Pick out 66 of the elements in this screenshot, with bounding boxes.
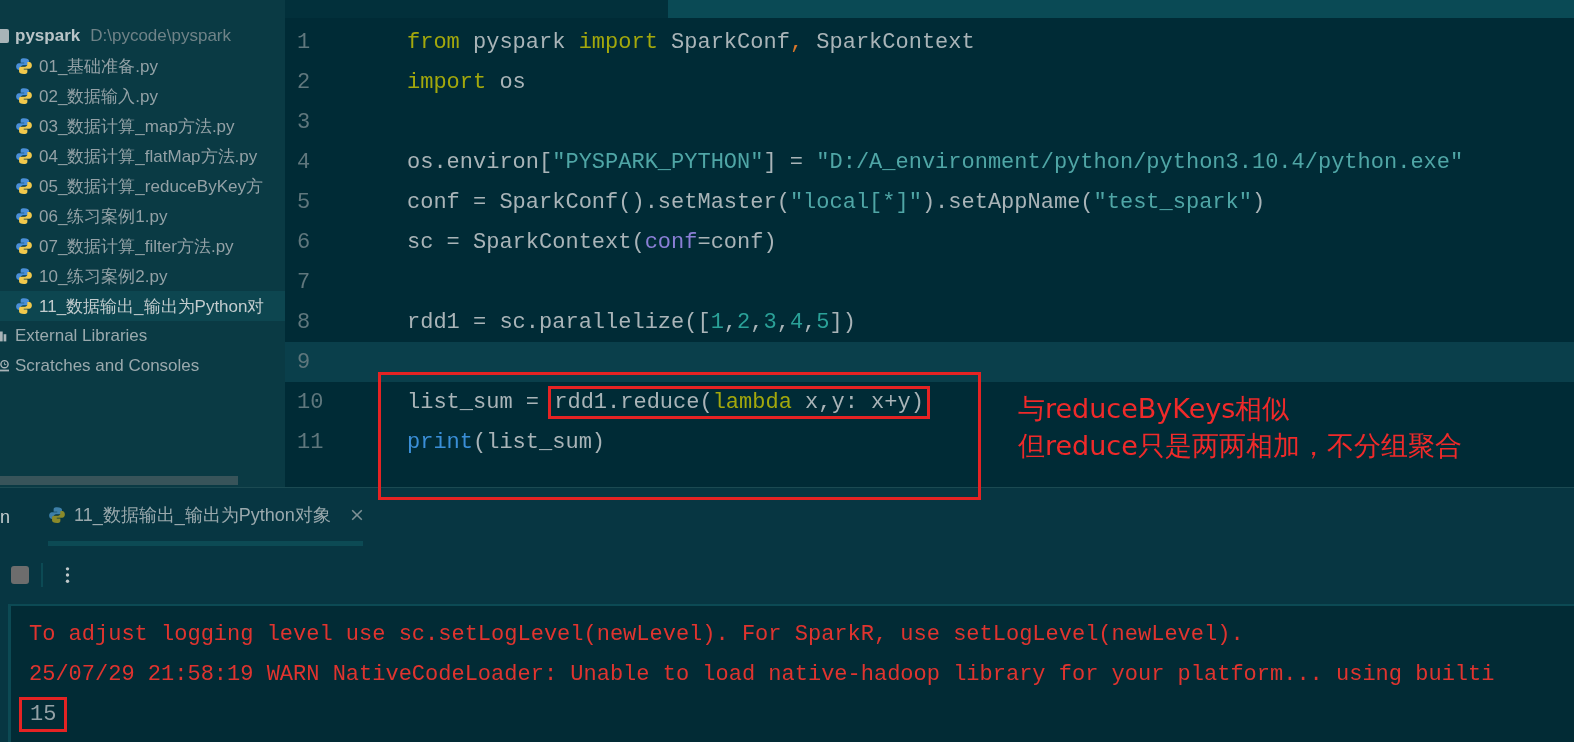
project-path: D:\pycode\pyspark xyxy=(90,26,231,46)
python-file-icon xyxy=(15,237,33,255)
file-name: 01_基础准备.py xyxy=(39,55,159,78)
line-number: 4 xyxy=(296,149,312,175)
library-icon xyxy=(0,329,9,343)
line-number: 2 xyxy=(296,69,312,95)
file-item[interactable]: 02_数据输入.py xyxy=(0,81,285,111)
python-file-icon xyxy=(15,297,33,315)
file-name: 05_数据计算_reduceByKey方 xyxy=(39,175,263,198)
panel-title: n xyxy=(0,506,11,528)
close-icon[interactable] xyxy=(350,508,363,521)
python-file-icon xyxy=(15,147,33,165)
line-number: 10 xyxy=(296,389,325,415)
tree-item[interactable]: External Libraries xyxy=(0,321,285,351)
project-root-item[interactable]: pyspark D:\pycode\pyspark xyxy=(0,21,285,51)
file-item[interactable]: 07_数据计算_filter方法.py xyxy=(0,231,285,261)
file-name: 06_练习案例1.py xyxy=(39,205,168,228)
line-number: 5 xyxy=(296,189,312,215)
clock-icon xyxy=(0,359,9,373)
python-icon xyxy=(48,505,66,524)
file-item[interactable]: 10_练习案例2.py xyxy=(0,261,285,291)
code-line: from pyspark import SparkConf, SparkContext xyxy=(407,29,975,55)
tree-item-label: Scratches and Consoles xyxy=(15,356,200,376)
code-line: conf = SparkConf().setMaster("local[*]").setAppName("test_spark") xyxy=(407,189,1266,215)
project-name: pyspark xyxy=(15,26,81,46)
file-item[interactable]: 11_数据输出_输出为Python对 xyxy=(0,291,285,321)
file-name: 04_数据计算_flatMap方法.py xyxy=(39,145,258,168)
python-file-icon xyxy=(15,87,33,105)
file-name: 10_练习案例2.py xyxy=(39,265,168,288)
annotation-text: 但reduce只是两两相加，不分组聚合 xyxy=(1018,429,1462,463)
run-tab[interactable]: 11_数据输出_输出为Python对象 xyxy=(48,488,363,546)
line-number: 1 xyxy=(296,29,312,55)
file-name: 07_数据计算_filter方法.py xyxy=(39,235,234,258)
code-line: import os xyxy=(407,69,526,95)
file-item[interactable]: 05_数据计算_reduceByKey方 xyxy=(0,171,285,201)
code-line: print(list_sum) xyxy=(407,429,606,455)
python-file-icon xyxy=(15,177,33,195)
file-item[interactable]: 03_数据计算_map方法.py xyxy=(0,111,285,141)
code-line: os.environ["PYSPARK_PYTHON"] = "D:/A_environment/python/python3.10.4/python.exe" xyxy=(407,149,1464,175)
file-item[interactable]: 01_基础准备.py xyxy=(0,51,285,81)
console-output: 15 xyxy=(19,696,68,732)
python-file-icon xyxy=(15,207,33,225)
code-line: rdd1 = sc.parallelize([1,2,3,4,5]) xyxy=(407,309,856,335)
more-icon[interactable] xyxy=(65,566,70,584)
line-number: 7 xyxy=(296,269,312,295)
annotation-text: 与reduceByKeys相似 xyxy=(1018,392,1291,426)
file-name: 02_数据输入.py xyxy=(39,85,159,108)
scrollbar[interactable] xyxy=(0,476,238,485)
line-number: 6 xyxy=(296,229,312,255)
file-name: 03_数据计算_map方法.py xyxy=(39,115,235,138)
line-number: 9 xyxy=(296,349,312,375)
line-number: 3 xyxy=(296,109,312,135)
code-line: sc = SparkContext(conf=conf) xyxy=(407,229,777,255)
console-output: 25/07/29 21:58:19 WARN NativeCodeLoader: Unable to load native-hadoop library for your platform... using builti xyxy=(29,661,1495,687)
tree-item-label: External Libraries xyxy=(15,326,148,346)
python-file-icon xyxy=(15,267,33,285)
folder-icon xyxy=(0,29,9,43)
console-output: To adjust logging level use sc.setLogLevel(newLevel). For SparkR, use setLogLevel(newLevel). xyxy=(29,621,1244,647)
line-number: 11 xyxy=(296,429,325,455)
file-item[interactable]: 04_数据计算_flatMap方法.py xyxy=(0,141,285,171)
file-item[interactable]: 06_练习案例1.py xyxy=(0,201,285,231)
line-number: 8 xyxy=(296,309,312,335)
python-file-icon xyxy=(15,117,33,135)
tree-item[interactable]: Scratches and Consoles xyxy=(0,351,285,381)
file-name: 11_数据输出_输出为Python对 xyxy=(39,295,265,318)
python-file-icon xyxy=(15,57,33,75)
